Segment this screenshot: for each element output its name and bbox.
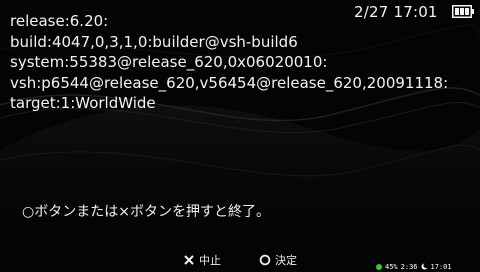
psp-system-info-screen: 2/27 17:01 release:6.20: build:4047,0,3,…	[0, 0, 480, 272]
confirm-button-label: 決定	[275, 254, 297, 267]
info-line-build: build:4047,0,3,1,0:builder@vsh-build6	[10, 32, 298, 51]
system-info: release:6.20: build:4047,0,3,1,0:builder…	[10, 11, 478, 114]
exit-instruction-message: ○ボタンまたは×ボタンを押すと終了。	[22, 204, 270, 220]
power-indicator-icon	[376, 263, 382, 270]
moon-icon	[421, 263, 428, 270]
cancel-button[interactable]: 中止	[183, 252, 221, 268]
info-line-vsh: vsh:p6544@release_620,v56454@release_620…	[10, 73, 449, 92]
info-line-target: target:1:WorldWide	[10, 94, 156, 112]
circle-button-icon	[259, 254, 271, 266]
info-line-release: release:6.20:	[10, 12, 109, 30]
cross-button-icon	[184, 255, 194, 265]
cancel-button-label: 中止	[199, 254, 221, 267]
mini-status-bar: 45% 2:36 17:01	[376, 262, 452, 271]
battery-percent: 45%	[385, 262, 398, 271]
info-line-system: system:55383@release_620,0x06020010:	[10, 53, 328, 71]
mini-clock: 17:01	[430, 262, 452, 271]
confirm-button[interactable]: 決定	[259, 252, 297, 268]
battery-time-remaining: 2:36	[400, 262, 418, 271]
